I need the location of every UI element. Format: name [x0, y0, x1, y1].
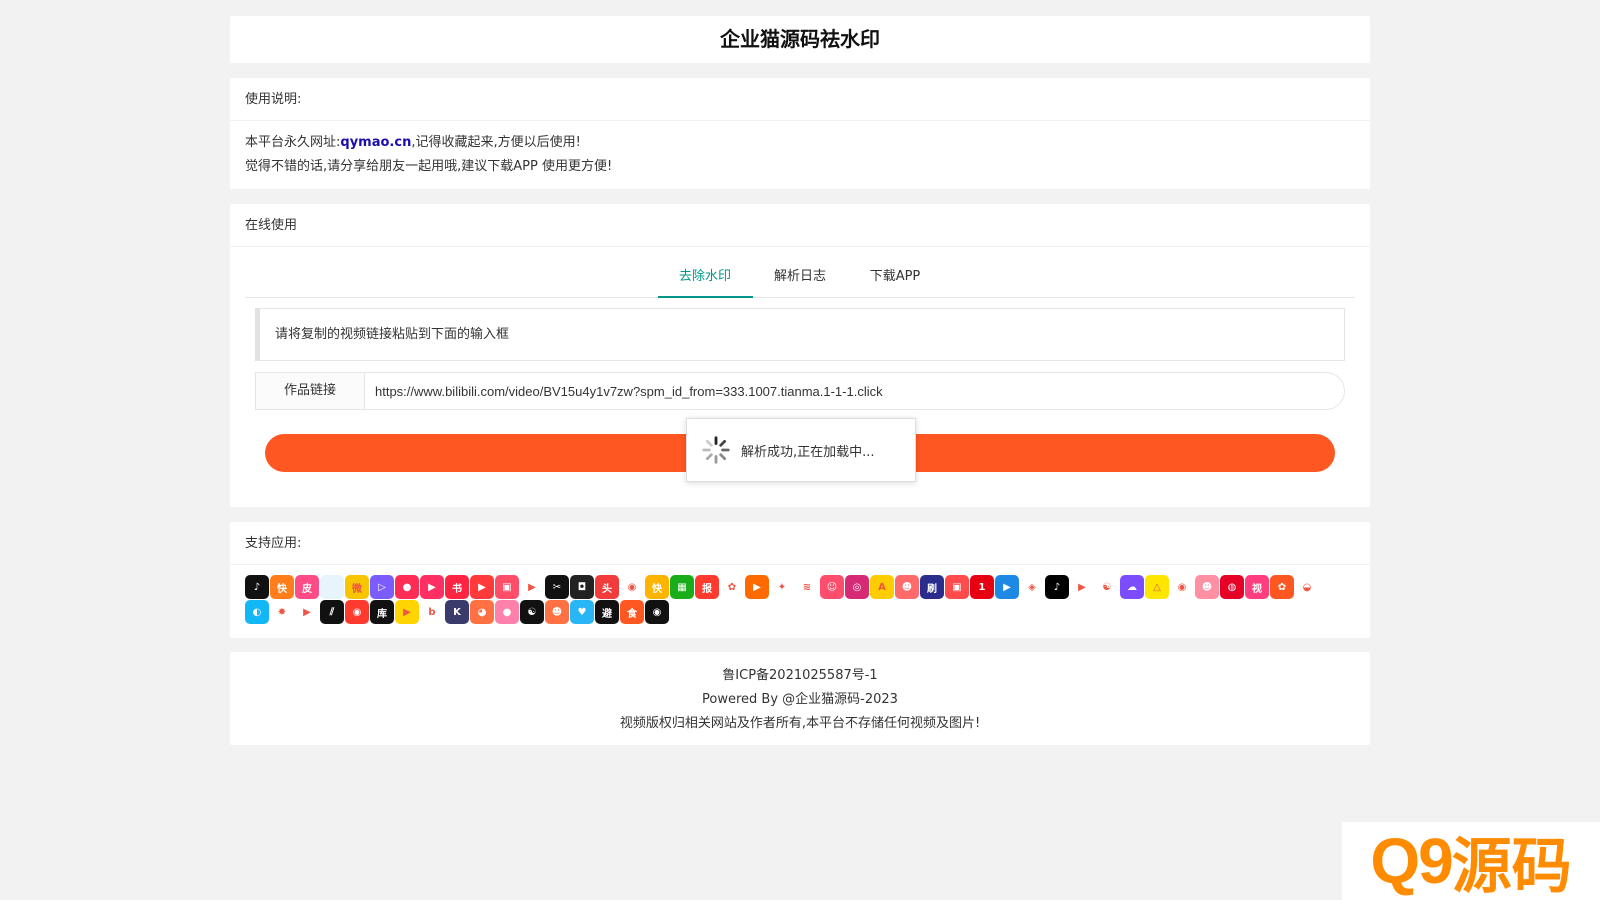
usage-line1-prefix: 本平台永久网址: — [245, 135, 341, 150]
watermark-suffix: 源码 — [1451, 831, 1572, 900]
lvzhou-icon: ◉ — [620, 575, 644, 599]
avatar-app-icon: ☻ — [895, 575, 919, 599]
usage-heading: 使用说明: — [230, 78, 1370, 121]
qq-icon: ◐ — [245, 600, 269, 624]
footer: 鲁ICP备2021025587号-1 Powered By @企业猫源码-202… — [230, 652, 1370, 745]
haokan-icon: ▶ — [470, 575, 494, 599]
k-icon: K — [445, 600, 469, 624]
sheets-icon: ▦ — [670, 575, 694, 599]
page-title: 企业猫源码祛水印 — [720, 27, 880, 51]
bowl-icon: ◒ — [1295, 575, 1319, 599]
loading-text: 解析成功,正在加载中... — [741, 444, 875, 460]
shipin-icon: 视 — [1245, 575, 1269, 599]
xigua-icon: ▶ — [745, 575, 769, 599]
usage-body: 本平台永久网址:qymao.cn,记得收藏起来,方便以后使用! 觉得不错的话,请… — [230, 121, 1370, 189]
tiktok-icon: ♪ — [1045, 575, 1069, 599]
apps-heading: 支持应用: — [230, 522, 1370, 565]
kuaishou-icon: 快 — [270, 575, 294, 599]
huaku-icon: 库 — [370, 600, 394, 624]
face-icon: ☻ — [1195, 575, 1219, 599]
q9-watermark-logo: Q9 源码 — [1342, 822, 1600, 900]
yellow-play-icon: ▶ — [395, 600, 419, 624]
food-icon: 食 — [620, 600, 644, 624]
purple-play-icon: ▶ — [295, 600, 319, 624]
waves-icon: ≋ — [795, 575, 819, 599]
youtube-icon: ▶ — [1070, 575, 1094, 599]
panda-dark-icon: ☯ — [520, 600, 544, 624]
cartoon-icon: ✿ — [1270, 575, 1294, 599]
instagram-icon: ◎ — [845, 575, 869, 599]
link-field-label: 作品链接 — [255, 372, 365, 410]
bubble-icon: ● — [495, 600, 519, 624]
acfun-icon: A — [870, 575, 894, 599]
bilibili-icon — [320, 575, 344, 599]
kuai-icon: 快 — [645, 575, 669, 599]
toutiao-icon: 头 — [595, 575, 619, 599]
colorful-icon: ◕ — [470, 600, 494, 624]
panda-icon: ☯ — [1095, 575, 1119, 599]
usage-card: 使用说明: 本平台永久网址:qymao.cn,记得收藏起来,方便以后使用! 觉得… — [230, 78, 1370, 189]
loading-toast: 解析成功,正在加载中... — [686, 418, 916, 482]
usage-line-1: 本平台永久网址:qymao.cn,记得收藏起来,方便以后使用! — [245, 131, 1355, 155]
tab-bar: 去除水印 解析日志 下载APP — [245, 247, 1355, 298]
xiaohongshu-icon: 书 — [445, 575, 469, 599]
circle-icon: ◉ — [645, 600, 669, 624]
kuaibao-icon: 报 — [695, 575, 719, 599]
powered-by: Powered By @企业猫源码-2023 — [702, 692, 898, 707]
bifeng-icon: 避 — [595, 600, 619, 624]
title-card: 企业猫源码祛水印 — [230, 16, 1370, 63]
copyright-notice: 视频版权归相关网站及作者所有,本平台不存储任何视频及图片! — [619, 716, 981, 731]
spinner-icon — [702, 436, 730, 464]
link-input[interactable] — [365, 372, 1345, 410]
eye-icon: ◉ — [1170, 575, 1194, 599]
tab-download-app[interactable]: 下载APP — [848, 247, 943, 298]
site-link[interactable]: qymao.cn — [340, 135, 411, 150]
instruction-tip: 请将复制的视频链接粘贴到下面的输入框 — [255, 308, 1345, 361]
app-icon-grid: ♪ 快皮微 ▷ ● ▶ 书 ▶ ▣ ▶ ✂ ◘ 头 ◉ 快 ▦ 报 ✿ ▶ ✦ ≋ ☺ ◎ A ☻ 刷 ▣ 1 ▶ ◈ ♪ ▶ ☯ ☁ △ ◉ ☻ ◍ 视… — [230, 565, 1345, 625]
qie-icon: ✿ — [720, 575, 744, 599]
weibo-icon: 微 — [345, 575, 369, 599]
usage-line1-suffix: ,记得收藏起来,方便以后使用! — [411, 135, 581, 150]
zhibo-icon: ◉ — [345, 600, 369, 624]
watermark-prefix: Q9 — [1370, 825, 1453, 897]
douyin-icon: ♪ — [245, 575, 269, 599]
online-heading: 在线使用 — [230, 204, 1370, 247]
video-icon: ▣ — [495, 575, 519, 599]
netease-music-icon: ◍ — [1220, 575, 1244, 599]
tab-parse-log[interactable]: 解析日志 — [753, 247, 848, 298]
icp-number[interactable]: 鲁ICP备2021025587号-1 — [230, 664, 1370, 688]
yellow-app-icon: △ — [1145, 575, 1169, 599]
twitter-icon: ✦ — [770, 575, 794, 599]
zuiyou-icon: ▶ — [420, 575, 444, 599]
apps-card: 支持应用: ♪ 快皮微 ▷ ● ▶ 书 ▶ ▣ ▶ ✂ ◘ 头 ◉ 快 ▦ 报 ✿ ▶ ✦ ≋ ☺ ◎ A ☻ 刷 ▣ 1 ▶ ◈ ♪ ▶ ☯… — [230, 522, 1370, 638]
yizhibo-icon: 1 — [970, 575, 994, 599]
chat-icon: ☁ — [1120, 575, 1144, 599]
play-icon: ▶ — [520, 575, 544, 599]
pipigaoxiao-icon: ● — [395, 575, 419, 599]
pipixia-icon: 皮 — [295, 575, 319, 599]
monkey-icon: ☻ — [545, 600, 569, 624]
tab-remove-watermark[interactable]: 去除水印 — [657, 247, 753, 298]
iqiyi-icon: ◈ — [1020, 575, 1044, 599]
heart-icon: ♥ — [570, 600, 594, 624]
squirrel-icon: ✸ — [270, 600, 294, 624]
momo-icon: ☺ — [820, 575, 844, 599]
stripes-icon: ⫽ — [320, 600, 344, 624]
shua-icon: 刷 — [920, 575, 944, 599]
link-form-row: 作品链接 — [255, 372, 1345, 410]
b-icon: b — [420, 600, 444, 624]
usage-line-2: 觉得不错的话,请分享给朋友一起用哦,建议下载APP 使用更方便! — [245, 159, 613, 174]
youku-icon: ▶ — [995, 575, 1019, 599]
capcut-icon: ✂ — [545, 575, 569, 599]
recorder-icon: ◘ — [570, 575, 594, 599]
vue-icon: ▷ — [370, 575, 394, 599]
screen-icon: ▣ — [945, 575, 969, 599]
